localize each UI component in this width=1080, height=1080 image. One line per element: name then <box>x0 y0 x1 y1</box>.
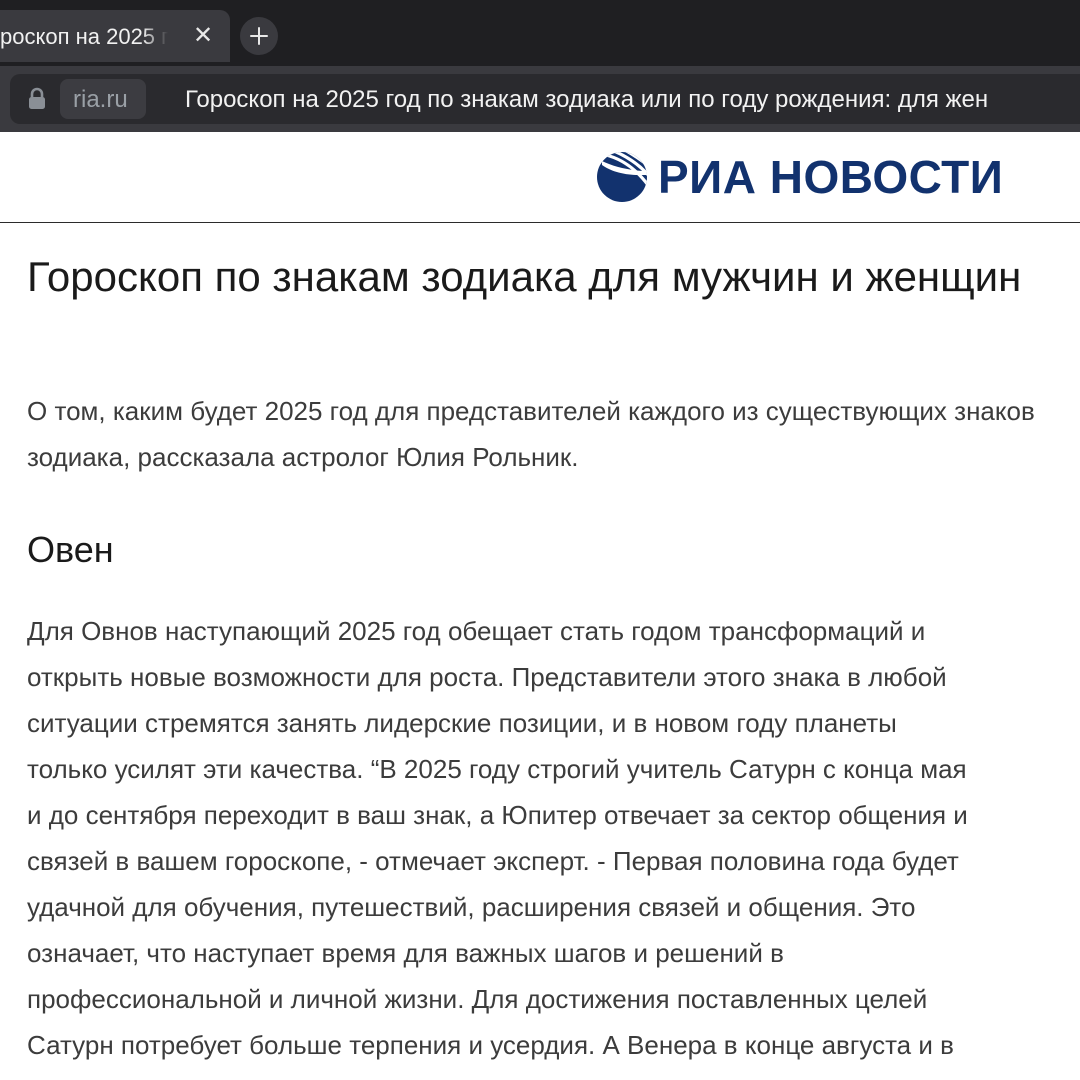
address-domain: ria.ru <box>73 86 128 113</box>
lock-icon[interactable] <box>28 87 46 111</box>
article-headline: Гороскоп по знакам зодиака для мужчин и … <box>27 253 1022 300</box>
browser-tab[interactable]: роскоп на 2025 год п ✕ <box>0 10 230 62</box>
address-page-title[interactable]: Гороскоп на 2025 год по знакам зодиака и… <box>185 86 988 114</box>
section-body-aries: Для Овнов наступающий 2025 год обещает с… <box>27 616 968 1060</box>
tab-strip: роскоп на 2025 год п ✕ <box>0 0 1080 66</box>
close-tab-icon[interactable]: ✕ <box>190 22 216 48</box>
tab-title: роскоп на 2025 год п <box>0 24 168 49</box>
new-tab-button[interactable] <box>240 17 278 55</box>
plus-icon <box>250 27 268 45</box>
article-lead: О том, каким будет 2025 год для представ… <box>27 396 1035 472</box>
browser-window: роскоп на 2025 год п ✕ ria.ru Гороскоп н… <box>0 0 1080 1080</box>
globe-logo-icon[interactable] <box>596 151 648 203</box>
site-logo-text[interactable]: РИА НОВОСТИ <box>658 150 1003 204</box>
section-heading-aries: Овен <box>27 529 114 570</box>
